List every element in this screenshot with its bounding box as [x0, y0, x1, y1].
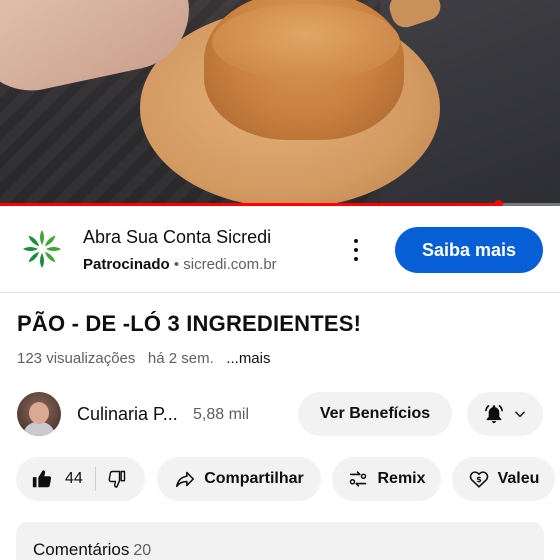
comments-label: Comentários — [33, 540, 130, 559]
video-progress-bar[interactable] — [0, 200, 560, 206]
more-vert-icon[interactable] — [346, 235, 366, 265]
thumbs-up-icon[interactable] — [31, 468, 53, 490]
video-title[interactable]: PÃO - DE -LÓ 3 INGREDIENTES! — [17, 311, 361, 337]
learn-more-button[interactable]: Saiba mais — [395, 227, 543, 273]
view-count: 123 visualizações — [17, 350, 136, 367]
ad-subtitle: Patrocinado • sicredi.com.br — [83, 256, 277, 273]
upload-age: há 2 sem. — [147, 350, 214, 367]
channel-name[interactable]: Culinaria P... — [77, 404, 178, 425]
thumbs-down-icon[interactable] — [107, 469, 127, 489]
like-dislike-group: 44 — [16, 457, 145, 501]
video-progress-fill — [0, 203, 499, 206]
video-scrubber-handle[interactable] — [494, 200, 504, 206]
avatar-body — [23, 422, 55, 436]
share-label: Compartilhar — [204, 470, 304, 487]
like-divider — [94, 467, 96, 491]
avatar-face — [29, 402, 49, 424]
sponsored-label: Patrocinado — [83, 256, 170, 273]
sicredi-logo-icon — [22, 229, 62, 269]
super-thanks-icon: $ — [468, 468, 490, 490]
sponge-cake-top — [212, 4, 400, 80]
remix-icon — [347, 468, 369, 490]
remix-label: Remix — [377, 470, 426, 487]
comments-section[interactable]: Comentários 20 — [16, 522, 544, 560]
svg-text:$: $ — [476, 474, 482, 484]
more-link[interactable]: ...mais — [226, 350, 270, 367]
sponsored-ad-card[interactable]: Abra Sua Conta Sicredi Patrocinado • sic… — [0, 207, 560, 293]
super-thanks-label: Valeu — [497, 470, 540, 487]
share-button[interactable]: Compartilhar — [157, 457, 321, 501]
subscriber-count: 5,88 mil — [193, 406, 250, 423]
super-thanks-button[interactable]: $ Valeu — [452, 457, 555, 501]
chevron-down-icon — [513, 407, 527, 421]
remix-button[interactable]: Remix — [332, 457, 441, 501]
video-player[interactable] — [0, 0, 560, 206]
ad-title[interactable]: Abra Sua Conta Sicredi — [83, 227, 271, 248]
ad-domain: sicredi.com.br — [183, 256, 277, 273]
comments-header: Comentários 20 — [33, 540, 151, 560]
view-benefits-button[interactable]: Ver Benefícios — [298, 392, 452, 436]
share-icon — [174, 468, 196, 490]
comments-count: 20 — [133, 542, 152, 559]
ad-separator: • — [173, 256, 180, 273]
notifications-button[interactable] — [467, 392, 543, 436]
like-count[interactable]: 44 — [65, 470, 83, 488]
bell-icon — [483, 403, 505, 425]
channel-avatar[interactable] — [17, 392, 61, 436]
video-meta[interactable]: 123 visualizações há 2 sem. ...mais — [17, 350, 271, 367]
